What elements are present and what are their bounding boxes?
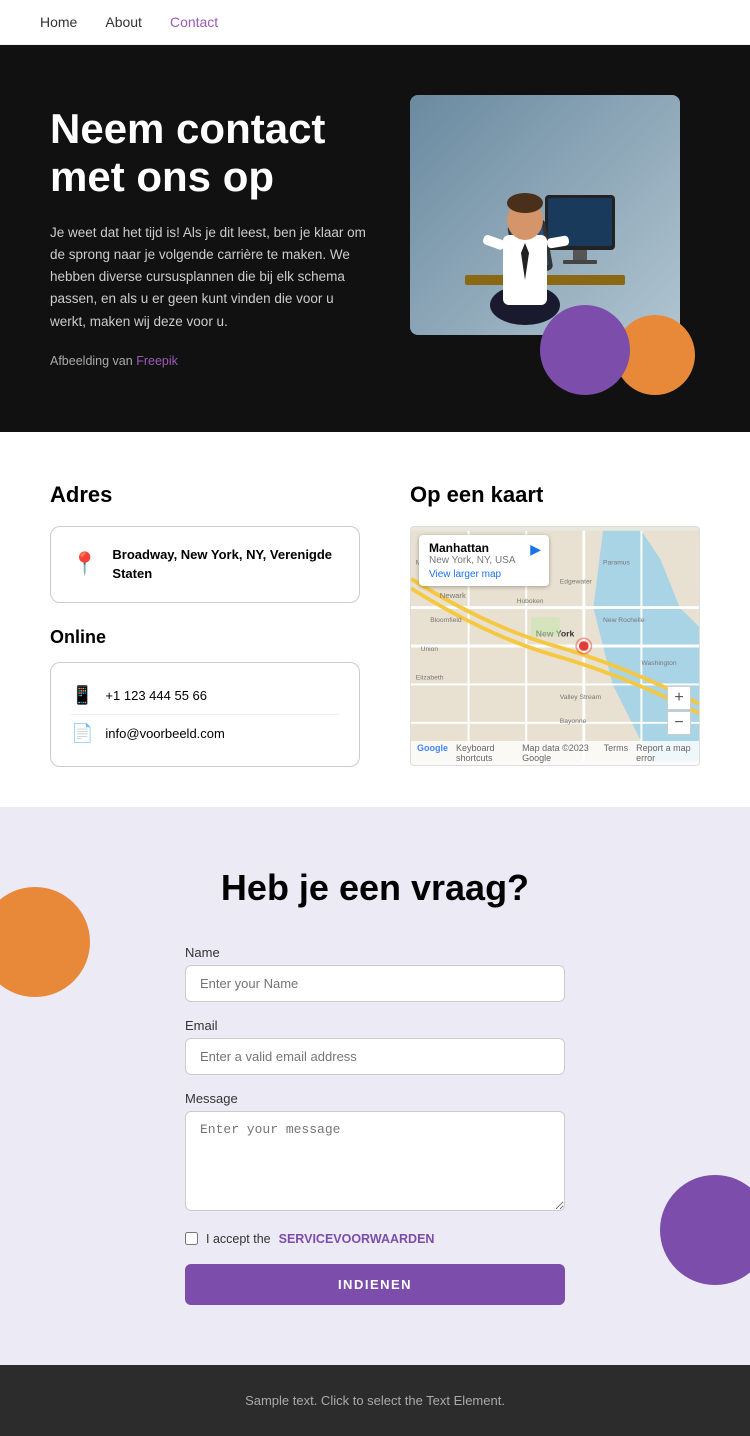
submit-button[interactable]: INDIENEN — [185, 1264, 565, 1305]
place-sub: New York, NY, USA — [429, 555, 539, 566]
circle-purple-form — [660, 1175, 750, 1285]
view-larger-map-link[interactable]: View larger map — [429, 569, 539, 580]
svg-text:Washington: Washington — [641, 660, 676, 667]
footer-text: Sample text. Click to select the Text El… — [245, 1393, 505, 1408]
address-box: 📍 Broadway, New York, NY, Verenigde Stat… — [50, 526, 360, 603]
svg-text:Hoboken: Hoboken — [517, 597, 544, 604]
name-label: Name — [185, 945, 565, 960]
nav-contact[interactable]: Contact — [170, 14, 218, 30]
directions-icon[interactable]: ▶ — [530, 541, 541, 558]
map-keyboard: Keyboard shortcuts — [456, 743, 514, 763]
navigation: Home About Contact — [0, 0, 750, 45]
online-box: 📱 +1 123 444 55 66 📄 info@voorbeeld.com — [50, 662, 360, 767]
zoom-in-button[interactable]: + — [667, 686, 691, 710]
map-report: Report a map error — [636, 743, 693, 763]
online-heading: Online — [50, 627, 370, 648]
zoom-out-button[interactable]: − — [667, 711, 691, 735]
hero-body: Je weet dat het tijd is! Als je dit lees… — [50, 222, 370, 333]
person-illustration — [455, 105, 635, 335]
email-icon: 📄 — [71, 723, 93, 744]
svg-text:Newark: Newark — [440, 591, 466, 600]
hero-section: Neem contact met ons op Je weet dat het … — [0, 45, 750, 432]
svg-text:Bayonne: Bayonne — [560, 717, 587, 724]
svg-text:New Rochelle: New Rochelle — [603, 617, 645, 624]
map-popup: Manhattan New York, NY, USA View larger … — [419, 535, 549, 586]
hero-image-area — [410, 95, 720, 375]
address-section: Adres 📍 Broadway, New York, NY, Verenigd… — [0, 432, 750, 807]
hero-text: Neem contact met ons op Je weet dat het … — [50, 105, 408, 372]
phone-icon: 📱 — [71, 685, 93, 706]
place-name: Manhattan — [429, 541, 539, 555]
terms-checkbox[interactable] — [185, 1232, 198, 1245]
map-container[interactable]: Newark New York Hoboken Elizabeth Union … — [410, 526, 700, 766]
address-text: Broadway, New York, NY, Verenigde Staten — [112, 545, 339, 584]
hero-photo — [410, 95, 680, 335]
address-heading: Adres — [50, 482, 370, 508]
name-field-group: Name — [185, 945, 565, 1002]
svg-text:Elizabeth: Elizabeth — [416, 674, 444, 681]
email-item: 📄 info@voorbeeld.com — [71, 715, 339, 752]
map-heading: Op een kaart — [410, 482, 700, 508]
terms-link[interactable]: SERVICEVOORWAARDEN — [279, 1232, 435, 1246]
svg-text:Bloomfield: Bloomfield — [430, 617, 462, 624]
svg-text:Union: Union — [421, 645, 439, 652]
circle-purple-hero — [540, 305, 630, 395]
freepik-link[interactable]: Freepik — [136, 354, 178, 368]
nav-home[interactable]: Home — [40, 14, 77, 30]
map-footer-logo: Google — [417, 743, 448, 763]
message-label: Message — [185, 1091, 565, 1106]
form-wrapper: Name Email Message I accept the SERVICEV… — [185, 945, 565, 1305]
map-terms: Terms — [604, 743, 629, 763]
svg-text:Edgewater: Edgewater — [560, 578, 593, 585]
footer: Sample text. Click to select the Text El… — [0, 1365, 750, 1436]
form-heading: Heb je een vraag? — [50, 867, 700, 909]
terms-prefix: I accept the — [206, 1232, 271, 1246]
svg-text:Paramus: Paramus — [603, 559, 631, 566]
hero-title: Neem contact met ons op — [50, 105, 408, 202]
nav-about[interactable]: About — [105, 14, 142, 30]
svg-text:Valley Stream: Valley Stream — [560, 693, 602, 700]
map-footer: Google Keyboard shortcuts Map data ©2023… — [411, 741, 699, 765]
form-section: Heb je een vraag? Name Email Message I a… — [0, 807, 750, 1365]
email-label: Email — [185, 1018, 565, 1033]
location-icon: 📍 — [71, 551, 98, 577]
email-field-group: Email — [185, 1018, 565, 1075]
message-field-group: Message — [185, 1091, 565, 1216]
terms-row: I accept the SERVICEVOORWAARDEN — [185, 1232, 565, 1246]
map-controls: + − — [667, 686, 691, 735]
email-text: info@voorbeeld.com — [105, 726, 224, 741]
phone-item: 📱 +1 123 444 55 66 — [71, 677, 339, 715]
map-right: Op een kaart Newark N — [410, 482, 700, 767]
address-left: Adres 📍 Broadway, New York, NY, Verenigd… — [50, 482, 370, 767]
email-input[interactable] — [185, 1038, 565, 1075]
message-textarea[interactable] — [185, 1111, 565, 1211]
map-data: Map data ©2023 Google — [522, 743, 596, 763]
phone-text: +1 123 444 55 66 — [105, 688, 207, 703]
name-input[interactable] — [185, 965, 565, 1002]
hero-credit: Afbeelding van Freepik — [50, 351, 370, 372]
